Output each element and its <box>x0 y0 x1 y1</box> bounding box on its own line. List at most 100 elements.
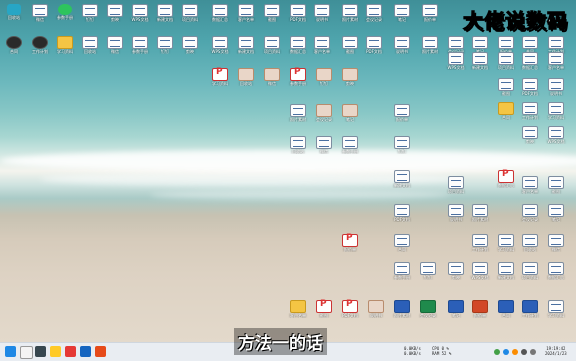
desktop-icon[interactable]: 截图 <box>314 299 334 318</box>
desktop-icon[interactable]: 项目资料 <box>262 36 282 54</box>
desktop-icon[interactable]: 剪映 <box>340 68 360 86</box>
clock[interactable]: 19:19:42 2024/1/23 <box>545 346 567 356</box>
desktop-icon[interactable]: 参数手册 <box>288 67 308 86</box>
desktop-icon[interactable]: 报价单 <box>392 104 412 122</box>
desktop-icon[interactable]: 截图 <box>546 176 566 194</box>
search-icon[interactable] <box>20 346 33 359</box>
desktop-icon[interactable]: 客户名单 <box>236 4 256 22</box>
desktop-icon[interactable]: 会议记录 <box>364 4 384 22</box>
desktop-icon[interactable]: 参数手册 <box>340 136 360 154</box>
desktop-icon[interactable]: 数据汇总 <box>546 262 566 280</box>
tray-icon[interactable] <box>494 349 500 355</box>
desktop-icon[interactable]: 微信 <box>30 4 50 22</box>
desktop-icon[interactable]: 报价单 <box>340 233 360 252</box>
desktop-icon[interactable]: 项目资料 <box>180 4 200 22</box>
desktop-icon[interactable]: 剪映 <box>180 36 200 54</box>
desktop-icon[interactable]: 回收站 <box>288 136 308 154</box>
desktop-icon[interactable]: 新建文档 <box>496 262 516 280</box>
desktop-icon[interactable]: 学习资料 <box>496 234 516 252</box>
desktop-icon[interactable]: PDF文档 <box>364 36 384 54</box>
desktop-icon[interactable]: 参数手册 <box>55 4 75 20</box>
desktop-icon[interactable]: 客户名单 <box>546 52 566 70</box>
desktop-icon[interactable]: 客户名单 <box>312 36 332 54</box>
desktop-icon[interactable]: 说明书 <box>392 36 412 54</box>
desktop-icon[interactable]: 说明书 <box>366 300 386 318</box>
desktop-icon[interactable]: WPS文档 <box>470 262 490 280</box>
wifi-icon[interactable] <box>521 349 527 355</box>
desktop-icon[interactable]: 截图 <box>340 36 360 54</box>
desktop-icon[interactable]: 数据汇总 <box>520 52 540 70</box>
desktop-icon[interactable]: 合同 <box>392 234 412 252</box>
desktop-icon[interactable]: 学习资料 <box>55 36 75 54</box>
desktop-icon[interactable]: PDF文档 <box>288 4 308 22</box>
desktop-icon[interactable]: 新建文档 <box>236 36 256 54</box>
desktop-icon[interactable]: 微信 <box>546 234 566 252</box>
desktop-icon[interactable]: 工作计划 <box>520 300 540 318</box>
desktop-icon[interactable]: WPS文档 <box>130 4 150 22</box>
desktop-icon[interactable]: 剪映 <box>446 262 466 280</box>
desktop-icon[interactable]: 回收站 <box>520 234 540 252</box>
desktop-icon[interactable]: PDF文档 <box>392 204 412 222</box>
desktop-icon[interactable]: WPS文档 <box>210 36 230 54</box>
desktop-icon[interactable]: 客户名单 <box>288 300 308 318</box>
desktop-icon[interactable]: 照片素材 <box>288 104 308 122</box>
desktop-icon[interactable]: 微信 <box>262 68 282 86</box>
desktop-icon[interactable]: 照片素材 <box>420 36 440 54</box>
desktop-icon[interactable]: 说明书 <box>446 204 466 222</box>
desktop-icon[interactable]: 回收站 <box>236 68 256 86</box>
desktop-icon[interactable]: 工作计划 <box>520 102 540 120</box>
browser-icon[interactable] <box>80 346 91 357</box>
desktop-icon[interactable]: 合同 <box>4 36 24 54</box>
desktop-icon[interactable]: 会议记录 <box>520 204 540 222</box>
desktop-icon[interactable]: 工作计划 <box>470 234 490 252</box>
desktop-icon[interactable]: 照片素材 <box>470 204 490 222</box>
desktop-icon[interactable]: 新建文档 <box>155 4 175 22</box>
desktop-icon[interactable]: 截图 <box>496 78 516 96</box>
desktop-icon[interactable]: 数据汇总 <box>210 4 230 22</box>
desktop-icon[interactable]: 照片素材 <box>392 300 412 318</box>
desktop-icon[interactable]: 数据汇总 <box>288 36 308 54</box>
volume-icon[interactable] <box>530 349 536 355</box>
task-view-icon[interactable] <box>35 346 46 357</box>
desktop-icon[interactable]: 项目资料 <box>496 52 516 70</box>
desktop-icon[interactable]: 参数手册 <box>392 262 412 280</box>
desktop-icon[interactable]: 截图 <box>262 4 282 22</box>
desktop-icon[interactable]: 客户名单 <box>520 176 540 194</box>
desktop-icon[interactable]: PDF文档 <box>520 78 540 96</box>
desktop-icon[interactable]: 合同 <box>496 102 516 120</box>
desktop-icon[interactable]: 笔记 <box>340 104 360 122</box>
desktop-icon[interactable]: WPS文档 <box>446 52 466 70</box>
desktop-icon[interactable]: 回收站 <box>4 4 24 20</box>
desktop-icon[interactable]: 笔记 <box>446 300 466 318</box>
tray-icon[interactable] <box>503 349 509 355</box>
desktop-icon[interactable]: 项目资料 <box>446 176 466 194</box>
desktop-icon[interactable]: 新建文档 <box>470 52 490 70</box>
tray-icon[interactable] <box>512 349 518 355</box>
desktop-icon[interactable]: 钉钉 <box>80 4 100 22</box>
desktop-icon[interactable]: 钉钉 <box>155 36 175 54</box>
desktop-icon[interactable]: 学习资料 <box>546 102 566 120</box>
desktop-icon[interactable]: 笔记 <box>392 4 412 22</box>
desktop-icon[interactable]: 微信 <box>314 136 334 154</box>
desktop-icon[interactable]: 学习资料 <box>546 300 566 318</box>
desktop-icon[interactable]: 会议记录 <box>314 104 334 122</box>
desktop-icon[interactable]: 合同 <box>496 300 516 318</box>
desktop-icon[interactable]: 微信 <box>105 36 125 54</box>
desktop-icon[interactable]: 说明书 <box>546 78 566 96</box>
desktop-icon[interactable]: 钉钉 <box>418 262 438 280</box>
desktop-icon[interactable]: 笔记 <box>546 204 566 222</box>
desktop-icon[interactable]: 剪映 <box>105 4 125 22</box>
desktop-icon[interactable]: PDF文档 <box>340 299 360 318</box>
desktop-icon[interactable]: 项目资料 <box>520 262 540 280</box>
desktop-icon[interactable]: 报价单 <box>470 300 490 318</box>
desktop-icon[interactable]: 学习资料 <box>210 67 230 86</box>
start-button[interactable] <box>5 346 16 357</box>
desktop-icon[interactable]: 数据汇总 <box>496 169 516 188</box>
desktop-icon[interactable]: 会议记录 <box>418 300 438 318</box>
desktop-icon[interactable]: WPS文档 <box>546 126 566 144</box>
file-explorer-icon[interactable] <box>50 346 61 357</box>
desktop-icon[interactable]: 钉钉 <box>314 68 334 86</box>
desktop-icon[interactable]: 报价单 <box>420 4 440 22</box>
desktop-icon[interactable]: 新建文档 <box>392 170 412 188</box>
desktop-icon[interactable]: 钉钉 <box>392 136 412 154</box>
